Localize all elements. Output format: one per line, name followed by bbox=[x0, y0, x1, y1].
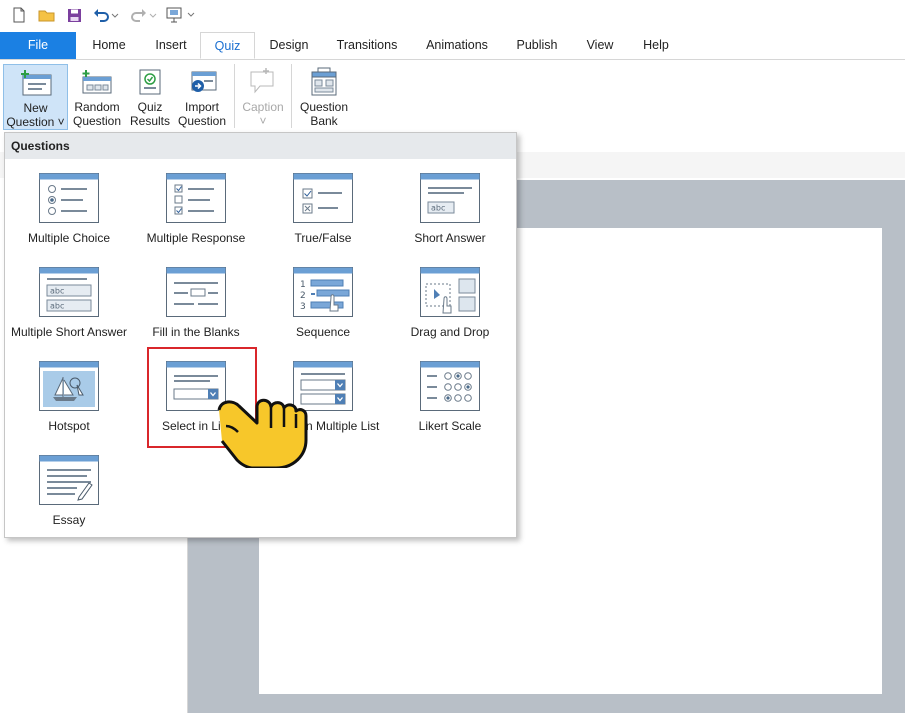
question-bank-label-1: Question bbox=[299, 100, 349, 114]
svg-text:abc: abc bbox=[431, 204, 445, 213]
random-question-icon bbox=[70, 64, 124, 100]
tab-quiz[interactable]: Quiz bbox=[200, 32, 255, 59]
new-question-button[interactable]: New Question ˅ bbox=[3, 64, 68, 130]
short-answer-icon: abc bbox=[420, 173, 480, 223]
open-folder-icon[interactable] bbox=[37, 6, 57, 24]
question-type-label: Essay bbox=[52, 513, 86, 527]
essay-icon bbox=[39, 455, 99, 505]
ribbon-separator bbox=[234, 64, 235, 128]
undo-icon[interactable] bbox=[92, 6, 120, 24]
likert-scale-icon bbox=[420, 361, 480, 411]
question-type-label: Multiple Choice bbox=[27, 231, 111, 245]
svg-text:1: 1 bbox=[300, 280, 306, 290]
hotspot-icon bbox=[39, 361, 99, 411]
question-type-multiple-choice[interactable]: Multiple Choice bbox=[6, 165, 132, 255]
tab-home[interactable]: Home bbox=[84, 32, 134, 59]
new-question-label-1: New bbox=[23, 101, 48, 115]
multiple-response-icon bbox=[166, 173, 226, 223]
question-type-label: True/False bbox=[294, 231, 352, 245]
random-question-label-2: Question bbox=[72, 114, 122, 128]
import-question-label-2: Question bbox=[177, 114, 227, 128]
question-type-label: Hotspot bbox=[48, 419, 90, 433]
question-type-label: Sequence bbox=[295, 325, 351, 339]
new-question-icon bbox=[4, 65, 67, 101]
tab-file[interactable]: File bbox=[0, 32, 76, 59]
new-file-icon[interactable] bbox=[10, 6, 28, 24]
dropdown-header: Questions bbox=[5, 133, 516, 159]
question-type-short-answer[interactable]: abc Short Answer bbox=[387, 165, 513, 255]
question-type-multiple-response[interactable]: Multiple Response bbox=[133, 165, 259, 255]
import-question-icon bbox=[176, 64, 228, 100]
multiple-short-answer-icon: abc abc bbox=[39, 267, 99, 317]
ribbon: New Question ˅ Random Question Quiz Resu… bbox=[0, 60, 905, 132]
true-false-icon bbox=[293, 173, 353, 223]
caption-label-1: Caption bbox=[242, 100, 284, 114]
tab-publish[interactable]: Publish bbox=[509, 32, 565, 59]
new-question-label-2: Question ˅ bbox=[6, 115, 65, 129]
quiz-results-icon bbox=[128, 64, 172, 100]
questions-dropdown: Questions Multiple Choice Multiple Respo… bbox=[4, 132, 517, 538]
question-type-multiple-short-answer[interactable]: abc abc Multiple Short Answer bbox=[6, 259, 132, 349]
sequence-icon: 1 2 3 bbox=[293, 267, 353, 317]
question-bank-label-2: Bank bbox=[310, 114, 338, 128]
svg-text:3: 3 bbox=[300, 302, 306, 312]
tab-view[interactable]: View bbox=[578, 32, 622, 59]
question-type-hotspot[interactable]: Hotspot bbox=[6, 353, 132, 443]
quiz-results-label-1: Quiz bbox=[137, 100, 163, 114]
svg-text:abc: abc bbox=[50, 287, 64, 296]
multiple-choice-icon bbox=[39, 173, 99, 223]
import-question-label-1: Import bbox=[184, 100, 219, 114]
caption-button: Caption ˅ bbox=[239, 64, 287, 130]
ribbon-separator bbox=[291, 64, 292, 128]
quiz-results-button[interactable]: Quiz Results bbox=[128, 64, 172, 130]
tab-transitions[interactable]: Transitions bbox=[329, 32, 405, 59]
question-type-label: Drag and Drop bbox=[410, 325, 490, 339]
fill-in-the-blanks-icon bbox=[166, 267, 226, 317]
svg-text:abc: abc bbox=[50, 302, 64, 311]
random-question-label-1: Random bbox=[74, 100, 120, 114]
question-type-label: Fill in the Blanks bbox=[152, 325, 240, 339]
question-type-label: Short Answer bbox=[414, 231, 486, 245]
tab-help[interactable]: Help bbox=[634, 32, 678, 59]
tab-design[interactable]: Design bbox=[262, 32, 316, 59]
question-type-drag-and-drop[interactable]: Drag and Drop bbox=[387, 259, 513, 349]
import-question-button[interactable]: Import Question bbox=[176, 64, 228, 130]
question-bank-icon bbox=[296, 64, 352, 100]
svg-text:2: 2 bbox=[300, 291, 306, 301]
question-type-label: Multiple Response bbox=[146, 231, 246, 245]
question-type-true-false[interactable]: True/False bbox=[260, 165, 386, 255]
presentation-icon[interactable] bbox=[166, 6, 196, 24]
question-type-essay[interactable]: Essay bbox=[6, 447, 132, 537]
caption-icon bbox=[239, 64, 287, 100]
save-icon[interactable] bbox=[64, 6, 84, 24]
quick-access-toolbar bbox=[0, 0, 905, 32]
question-type-label: Likert Scale bbox=[418, 419, 482, 433]
pointing-hand-icon bbox=[217, 398, 308, 468]
caption-label-2: ˅ bbox=[259, 114, 267, 128]
question-type-fill-in-the-blanks[interactable]: Fill in the Blanks bbox=[133, 259, 259, 349]
menu-bar: File Home Insert Quiz Design Transitions… bbox=[0, 32, 905, 60]
question-type-sequence[interactable]: 1 2 3 Sequence bbox=[260, 259, 386, 349]
question-type-likert-scale[interactable]: Likert Scale bbox=[387, 353, 513, 443]
question-type-label: Multiple Short Answer bbox=[10, 325, 128, 339]
redo-icon bbox=[128, 6, 158, 24]
tab-animations[interactable]: Animations bbox=[418, 32, 496, 59]
quiz-results-label-2: Results bbox=[129, 114, 170, 128]
tab-insert[interactable]: Insert bbox=[145, 32, 197, 59]
question-bank-button[interactable]: Question Bank bbox=[296, 64, 352, 130]
random-question-button[interactable]: Random Question bbox=[70, 64, 124, 130]
drag-and-drop-icon bbox=[420, 267, 480, 317]
